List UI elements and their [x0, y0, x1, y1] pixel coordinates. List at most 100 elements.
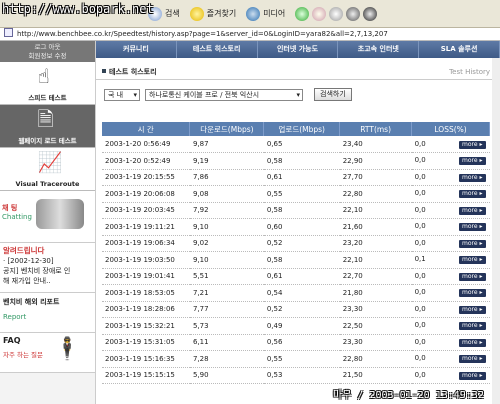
cell-value: 9,87	[192, 140, 209, 148]
cell-value: 5,90	[192, 371, 209, 380]
report-banner[interactable]: 벤치비 해외 리포트 Report	[0, 293, 95, 333]
filter-bar: 국 내 하나로통신 케이블 프로 / 전북 익산시 검색하기	[104, 88, 352, 101]
tab-traceroute[interactable]: 📈 Visual Traceroute	[0, 148, 95, 191]
tab-speed-test[interactable]: ☝ 스피드 테스트	[0, 62, 95, 105]
cell-value: 23,20	[342, 239, 363, 248]
table-cell: 7,28	[189, 350, 264, 368]
favorites-button[interactable]: 즐겨찾기	[189, 6, 236, 21]
table-cell: 0,54	[263, 284, 340, 302]
cell-value: 2003-1-19 20:15:55	[105, 173, 175, 182]
chat-banner[interactable]: 채 팅 Chatting	[0, 191, 95, 243]
more-button[interactable]: more	[459, 289, 486, 298]
table-cell: 27,70	[339, 169, 412, 186]
cell-value: 21,60	[342, 222, 363, 231]
more-button[interactable]: more	[459, 256, 486, 265]
table-row: 2003-1-20 0:56:49 9,87 0,65 23,40 0,0 more	[102, 136, 490, 153]
more-button[interactable]: more	[459, 305, 486, 314]
table-cell: 2003-1-19 19:03:50	[102, 251, 190, 269]
cell-value: 0,0	[414, 288, 426, 297]
nav-broadband[interactable]: 초고속 인터넷	[338, 41, 420, 58]
table-row: 2003-1-19 18:53:05 7,21 0,54 21,80 0,0 more	[102, 284, 490, 302]
history-icon[interactable]	[295, 6, 310, 21]
tab-traceroute-label: Visual Traceroute	[15, 180, 80, 188]
notice-line2[interactable]: 공지] 벤치비 장애로 인	[3, 266, 92, 276]
col-rtt: RTT(ms)	[339, 122, 413, 136]
more-button[interactable]: more	[459, 190, 486, 199]
table-cell: 2003-1-19 20:15:55	[102, 169, 190, 186]
person-icon: 🕴	[53, 337, 81, 362]
edit-icon[interactable]	[346, 6, 361, 21]
print-icon[interactable]	[329, 6, 344, 21]
more-button[interactable]: more	[459, 322, 486, 331]
table-cell: 9,19	[189, 152, 264, 170]
nav-availability[interactable]: 인터넷 가능도	[258, 41, 339, 58]
table-cell: 0,53	[263, 367, 340, 384]
more-button[interactable]: more	[459, 338, 486, 347]
tab-webpage-load[interactable]: 🗎 웹페이지 로드 테스트	[0, 105, 95, 148]
isp-select[interactable]: 하나로통신 케이블 프로 / 전북 익산시	[145, 88, 303, 101]
table-cell: 2003-1-19 18:28:06	[102, 301, 190, 318]
table-cell: 0,0 more	[411, 317, 490, 335]
cell-value: 22,50	[342, 321, 363, 330]
page-icon	[4, 28, 13, 37]
table-cell: 5,51	[189, 268, 264, 285]
cell-value: 0,0	[414, 321, 426, 330]
table-cell: 22,70	[339, 268, 412, 285]
more-button[interactable]: more	[459, 272, 486, 281]
notice-line3[interactable]: 해 재가입 안내..	[3, 276, 92, 286]
cell-value: 0,54	[266, 288, 283, 297]
more-button[interactable]: more	[459, 355, 486, 364]
cell-value: 9,08	[192, 189, 209, 198]
cell-value: 23,30	[342, 338, 363, 347]
table-cell: 0,0 more	[411, 334, 490, 351]
messenger-icon[interactable]	[363, 6, 378, 21]
faq-banner[interactable]: FAQ 자주 하는 질문 🕴	[0, 333, 95, 373]
more-button[interactable]: more	[459, 206, 486, 215]
notice-date[interactable]: · [2002-12-30]	[3, 256, 92, 266]
scrollbar[interactable]	[492, 58, 500, 404]
sidebar: 로그 아웃 회원정보 수정 ☝ 스피드 테스트 🗎 웹페이지 로드 테스트 📈 …	[0, 41, 96, 404]
table-cell: 2003-1-20 0:52:49	[102, 152, 190, 170]
cell-value: 2003-1-19 15:15:15	[105, 371, 175, 380]
more-button[interactable]: more	[459, 223, 486, 232]
more-button[interactable]: more	[459, 140, 486, 149]
nav-community[interactable]: 커뮤니티	[96, 41, 177, 58]
more-button[interactable]: more	[459, 173, 486, 182]
media-button[interactable]: 미디어	[246, 6, 285, 21]
cell-value: 0,58	[266, 156, 283, 165]
table-row: 2003-1-19 15:16:35 7,28 0,55 22,80 0,0 more	[102, 350, 490, 368]
cell-value: 0,0	[414, 271, 426, 280]
cell-value: 21,80	[342, 288, 363, 297]
table-cell: 2003-1-19 20:06:08	[102, 185, 190, 203]
cell-value: 9,02	[192, 239, 209, 248]
search-submit-button[interactable]: 검색하기	[314, 88, 352, 101]
nav-test-history[interactable]: 테스트 히스토리	[177, 41, 258, 58]
mail-icon[interactable]	[312, 6, 327, 21]
cell-value: 7,92	[192, 206, 209, 215]
cell-value: 22,70	[342, 272, 363, 281]
table-cell: 23,20	[339, 235, 412, 252]
address-bar[interactable]: http://www.benchbee.co.kr/Speedtest/hist…	[0, 28, 500, 41]
table-row: 2003-1-19 20:15:55 7,86 0,61 27,70 0,0 more	[102, 169, 490, 186]
table-cell: 0,65	[263, 136, 340, 153]
table-cell: 0,0 more	[411, 185, 490, 203]
cell-value: 7,86	[192, 173, 209, 182]
logout-link[interactable]: 로그 아웃	[0, 43, 95, 52]
table-cell: 0,52	[263, 301, 340, 318]
table-cell: 2003-1-19 15:31:05	[102, 334, 190, 351]
table-cell: 0,0 more	[411, 202, 490, 219]
cell-value: 27,70	[342, 173, 363, 182]
table-row: 2003-1-19 15:32:21 5,73 0,49 22,50 0,0 more	[102, 317, 490, 335]
more-button[interactable]: more	[459, 371, 486, 380]
cell-value: 0,0	[414, 222, 426, 231]
region-select[interactable]: 국 내	[104, 88, 140, 101]
cell-value: 2003-1-19 19:06:34	[105, 239, 175, 248]
cell-value: 22,80	[342, 354, 363, 363]
cell-value: 5,51	[192, 272, 209, 281]
edit-profile-link[interactable]: 회원정보 수정	[0, 52, 95, 61]
more-button[interactable]: more	[459, 239, 486, 248]
more-button[interactable]: more	[459, 157, 486, 166]
document-icon: 🗎	[37, 107, 54, 131]
table-cell: 9,10	[189, 251, 264, 269]
nav-sla[interactable]: SLA 솔루션	[419, 41, 500, 58]
